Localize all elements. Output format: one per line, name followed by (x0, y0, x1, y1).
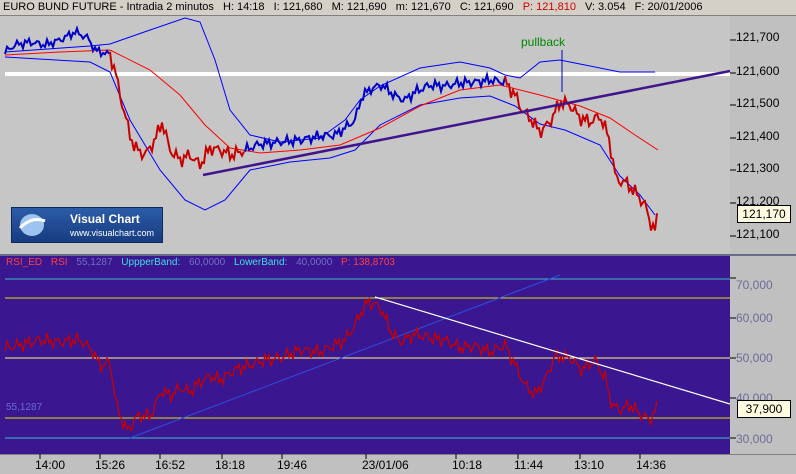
pullback-annotation: pullback (521, 35, 566, 49)
rsi-line (4, 296, 658, 433)
rising-trendline (202, 69, 731, 177)
resistance-line (5, 72, 730, 76)
rsi-blue-trend (129, 274, 561, 439)
price-series-red (109, 51, 245, 170)
logo-title: Visual Chart (70, 212, 140, 226)
rsi-left-marker: 55,1287 (6, 402, 43, 413)
logo-url: www.visualchart.com (70, 228, 155, 238)
visual-chart-logo: Visual Chart www.visualchart.com (11, 207, 163, 243)
globe-swoosh-icon (18, 214, 46, 236)
rsi-falling-trendline (374, 296, 731, 405)
current-rsi-label: 37,900 (737, 400, 791, 418)
current-price-label: 121,170 (737, 205, 791, 223)
